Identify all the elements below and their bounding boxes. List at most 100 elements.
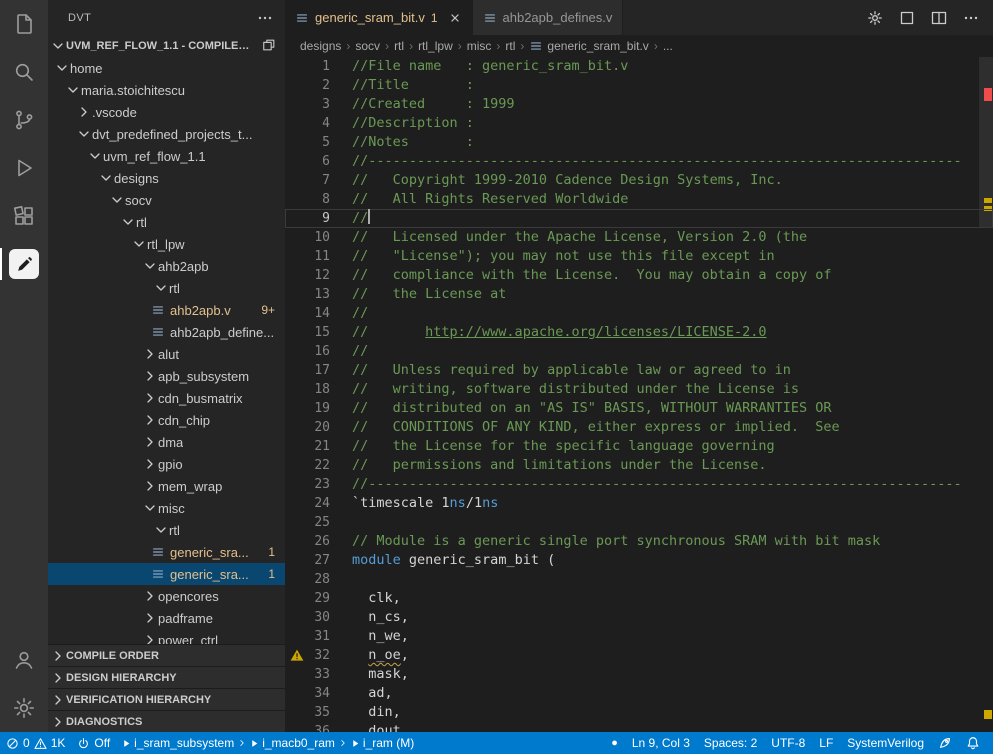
gear-icon[interactable]	[867, 10, 883, 26]
breadcrumb-item-generic_sram_bit.v[interactable]: generic_sram_bit.v	[529, 39, 648, 53]
breadcrumb-item-rtl_lpw[interactable]: rtl_lpw	[418, 39, 453, 53]
code-text: din,	[330, 703, 401, 722]
breadcrumb-item-misc[interactable]: misc	[467, 39, 492, 53]
design-hierarchy-path[interactable]: i_sram_subsystemi_macb0_rami_ram (M)	[116, 732, 420, 754]
tree-folder-home[interactable]: home	[48, 57, 285, 79]
chevron-right-icon	[142, 434, 158, 450]
eol-setting[interactable]: LF	[812, 732, 840, 754]
tree-folder-misc[interactable]: misc	[48, 497, 285, 519]
line-number: 34	[285, 684, 330, 703]
line-number: 5	[285, 133, 330, 152]
breadcrumb-item-designs[interactable]: designs	[300, 39, 341, 53]
power-status[interactable]: Off	[71, 732, 116, 754]
chevron-down-icon	[109, 192, 125, 208]
activity-bar-item-run-debug[interactable]	[0, 144, 48, 192]
indentation-setting[interactable]: Spaces: 2	[697, 732, 764, 754]
chevron-down-icon	[98, 170, 114, 186]
code-text: // Copyright 1999-2010 Cadence Design Sy…	[330, 171, 783, 190]
tree-folder-ahb2apb[interactable]: ahb2apb	[48, 255, 285, 277]
project-section-header[interactable]: UVM_REF_FLOW_1.1 - COMPILED ...	[48, 35, 285, 57]
more-horizontal-icon[interactable]	[963, 10, 979, 26]
tab-ahb2apb_defines.v[interactable]: ahb2apb_defines.v	[473, 0, 624, 35]
split-editor-icon[interactable]	[931, 10, 947, 26]
restore-square-icon[interactable]	[899, 10, 915, 26]
breadcrumb-item-rtl[interactable]: rtl	[394, 39, 404, 53]
breadcrumb-item-rtl[interactable]: rtl	[505, 39, 515, 53]
tree-folder-uvm_ref_flow_1.1[interactable]: uvm_ref_flow_1.1	[48, 145, 285, 167]
hierarchy-segment: i_macb0_ram	[250, 736, 335, 750]
sidebar-section-verification-hierarchy[interactable]: VERIFICATION HIERARCHY	[48, 688, 285, 710]
modified-count-badge: 1	[268, 545, 285, 559]
tree-folder-opencores[interactable]: opencores	[48, 585, 285, 607]
encoding-setting[interactable]: UTF-8	[764, 732, 812, 754]
sidebar-section-diagnostics[interactable]: DIAGNOSTICS	[48, 710, 285, 732]
tree-folder-dvt_predefined_projects_t...[interactable]: dvt_predefined_projects_t...	[48, 123, 285, 145]
background-task-indicator[interactable]: ●	[604, 732, 625, 754]
notifications-bell-icon[interactable]	[959, 732, 987, 754]
line-number: 6	[285, 152, 330, 171]
breadcrumb-label: rtl	[394, 39, 404, 53]
tree-folder-designs[interactable]: designs	[48, 167, 285, 189]
tree-file-generic_sra...[interactable]: generic_sra...1	[48, 563, 285, 585]
tree-folder-apb_subsystem[interactable]: apb_subsystem	[48, 365, 285, 387]
chevron-down-icon	[87, 148, 103, 164]
rocket-icon[interactable]	[931, 732, 959, 754]
line-number: 29	[285, 589, 330, 608]
tree-file-ahb2apb_define...[interactable]: ahb2apb_define...	[48, 321, 285, 343]
tree-folder-dma[interactable]: dma	[48, 431, 285, 453]
chevron-right-icon	[142, 346, 158, 362]
tree-folder-rtl[interactable]: rtl	[48, 277, 285, 299]
tree-folder-cdn_busmatrix[interactable]: cdn_busmatrix	[48, 387, 285, 409]
activity-bar-item-search[interactable]	[0, 48, 48, 96]
tree-folder-socv[interactable]: socv	[48, 189, 285, 211]
tab-generic_sram_bit.v[interactable]: generic_sram_bit.v1	[285, 0, 473, 35]
activity-bar-item-account[interactable]	[0, 636, 48, 684]
status-bar: 0 1K Off i_sram_subsystemi_macb0_rami_ra…	[0, 732, 993, 754]
activity-bar-item-settings[interactable]	[0, 684, 48, 732]
tree-folder-power_ctrl[interactable]: power_ctrl	[48, 629, 285, 644]
tree-folder-alut[interactable]: alut	[48, 343, 285, 365]
tree-folder-rtl_lpw[interactable]: rtl_lpw	[48, 233, 285, 255]
line-number: 13	[285, 285, 330, 304]
tree-folder-gpio[interactable]: gpio	[48, 453, 285, 475]
tree-folder-rtl[interactable]: rtl	[48, 211, 285, 233]
close-icon[interactable]	[448, 11, 462, 25]
activity-bar-item-explorer[interactable]	[0, 0, 48, 48]
code-text: mask,	[330, 665, 409, 684]
tree-folder-padframe[interactable]: padframe	[48, 607, 285, 629]
sidebar-section-design-hierarchy[interactable]: DESIGN HIERARCHY	[48, 666, 285, 688]
breadcrumb-item-socv[interactable]: socv	[355, 39, 380, 53]
activity-bar-item-dvt[interactable]	[0, 240, 48, 288]
tree-file-generic_sra...[interactable]: generic_sra...1	[48, 541, 285, 563]
tree-item-label: power_ctrl	[158, 633, 218, 645]
line-number: 3	[285, 95, 330, 114]
chevron-down-icon	[153, 522, 169, 538]
problems-status[interactable]: 0 1K	[0, 732, 71, 754]
code-line-29: 29 clk,	[285, 589, 993, 608]
code-text: // All Rights Reserved Worldwide	[330, 190, 628, 209]
line-number: 27	[285, 551, 330, 570]
code-text: // compliance with the License. You may …	[330, 266, 832, 285]
tree-folder-rtl[interactable]: rtl	[48, 519, 285, 541]
line-number: 25	[285, 513, 330, 532]
breadcrumb-item-...[interactable]: ...	[663, 39, 673, 53]
project-section-label: UVM_REF_FLOW_1.1 - COMPILED ...	[66, 40, 253, 52]
tree-folder-mem_wrap[interactable]: mem_wrap	[48, 475, 285, 497]
language-mode[interactable]: SystemVerilog	[840, 732, 931, 754]
verilog-file-icon	[150, 325, 166, 339]
code-editor[interactable]: 1//File name : generic_sram_bit.v2//Titl…	[285, 57, 993, 732]
tree-file-ahb2apb.v[interactable]: ahb2apb.v9+	[48, 299, 285, 321]
dvt-icon	[15, 255, 34, 274]
copy-icon[interactable]	[253, 38, 285, 55]
tree-folder-cdn_chip[interactable]: cdn_chip	[48, 409, 285, 431]
cursor-position[interactable]: Ln 9, Col 3	[625, 732, 697, 754]
activity-bar-item-source-control[interactable]	[0, 96, 48, 144]
sidebar-section-compile-order[interactable]: COMPILE ORDER	[48, 644, 285, 666]
code-text	[330, 513, 352, 532]
activity-bar-item-extensions[interactable]	[0, 192, 48, 240]
breadcrumb-label: ...	[663, 39, 673, 53]
tree-folder-.vscode[interactable]: .vscode	[48, 101, 285, 123]
chevron-down-icon	[131, 236, 147, 252]
code-text: // the License for the specific language…	[330, 437, 775, 456]
tree-folder-maria.stoichitescu[interactable]: maria.stoichitescu	[48, 79, 285, 101]
